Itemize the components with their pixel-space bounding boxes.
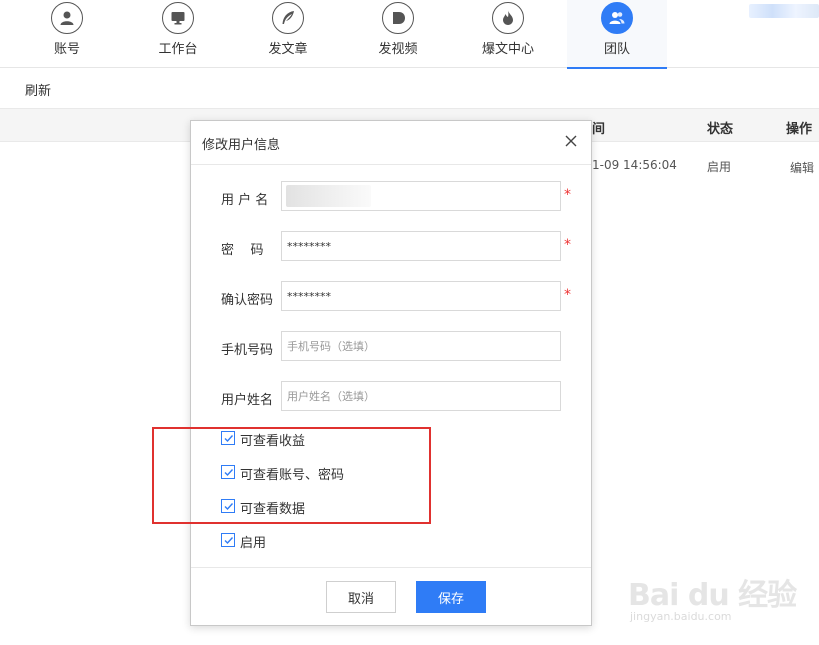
toolbar: 刷新 [0, 68, 819, 108]
watermark-url: jingyan.baidu.com [630, 610, 732, 623]
save-button[interactable]: 保存 [416, 581, 486, 613]
nav-label: 团队 [603, 42, 630, 57]
monitor-icon [162, 2, 194, 34]
blurred-region [749, 4, 819, 18]
column-header-status: 状态 [707, 122, 734, 137]
nav-label: 爆文中心 [481, 42, 534, 57]
column-header-action: 操作 [786, 122, 813, 137]
password-label: 密 码 [221, 243, 264, 258]
dialog-header: 修改用户信息 [191, 121, 591, 165]
user-icon [51, 2, 83, 34]
play-icon [382, 2, 414, 34]
confirm-password-input[interactable] [281, 281, 561, 311]
nav-item-workbench[interactable]: 工作台 [128, 0, 228, 68]
cancel-button[interactable]: 取消 [326, 581, 396, 613]
nav-item-hot-articles[interactable]: 爆文中心 [458, 0, 558, 68]
dialog-title: 修改用户信息 [202, 138, 281, 153]
edit-link[interactable]: 编辑 [790, 159, 814, 176]
nav-label: 发文章 [268, 42, 308, 57]
column-header-time-partial: 间 [592, 122, 606, 137]
checkbox-label: 启用 [240, 536, 267, 551]
watermark: Bai du 经验 jingyan.baidu.com [628, 570, 798, 630]
watermark-logo: Bai du 经验 [628, 578, 797, 613]
team-icon [601, 2, 633, 34]
flame-icon [492, 2, 524, 34]
confirm-password-label: 确认密码 [221, 293, 274, 308]
nav-item-post-video[interactable]: 发视频 [348, 0, 448, 68]
username-label: 用 户 名 [221, 193, 269, 208]
required-mark: * [564, 187, 571, 203]
feather-icon [272, 2, 304, 34]
phone-input[interactable] [281, 331, 561, 361]
nav-label: 工作台 [158, 42, 198, 57]
cell-time: 1-09 14:56:04 [592, 158, 677, 172]
edit-user-dialog: 修改用户信息 用 户 名 * 密 码 * 确认密码 * 手机号码 用户姓名 可查… [190, 120, 592, 626]
nav-label: 账号 [53, 42, 80, 57]
dialog-footer: 取消 保存 [191, 567, 591, 627]
highlight-annotation [152, 427, 431, 524]
username-row: 用 户 名 * [191, 181, 591, 213]
cell-status: 启用 [707, 160, 732, 174]
nav-item-team[interactable]: 团队 [567, 0, 667, 69]
checkbox-checked-icon[interactable] [221, 533, 235, 547]
nav-item-post-article[interactable]: 发文章 [238, 0, 338, 68]
phone-label: 手机号码 [221, 343, 274, 358]
close-icon[interactable] [563, 133, 579, 149]
required-mark: * [564, 287, 571, 303]
realname-row: 用户姓名 [191, 381, 591, 413]
phone-row: 手机号码 [191, 331, 591, 363]
password-row: 密 码 * [191, 231, 591, 263]
required-mark: * [564, 237, 571, 253]
nav-label: 发视频 [378, 42, 418, 57]
blurred-username [286, 185, 371, 207]
realname-label: 用户姓名 [221, 393, 274, 408]
top-navigation: 账号 工作台 发文章 发视频 爆文中心 团队 [0, 0, 819, 69]
realname-input[interactable] [281, 381, 561, 411]
password-input[interactable] [281, 231, 561, 261]
nav-item-account[interactable]: 账号 [17, 0, 117, 68]
confirm-password-row: 确认密码 * [191, 281, 591, 313]
refresh-link[interactable]: 刷新 [25, 80, 51, 99]
